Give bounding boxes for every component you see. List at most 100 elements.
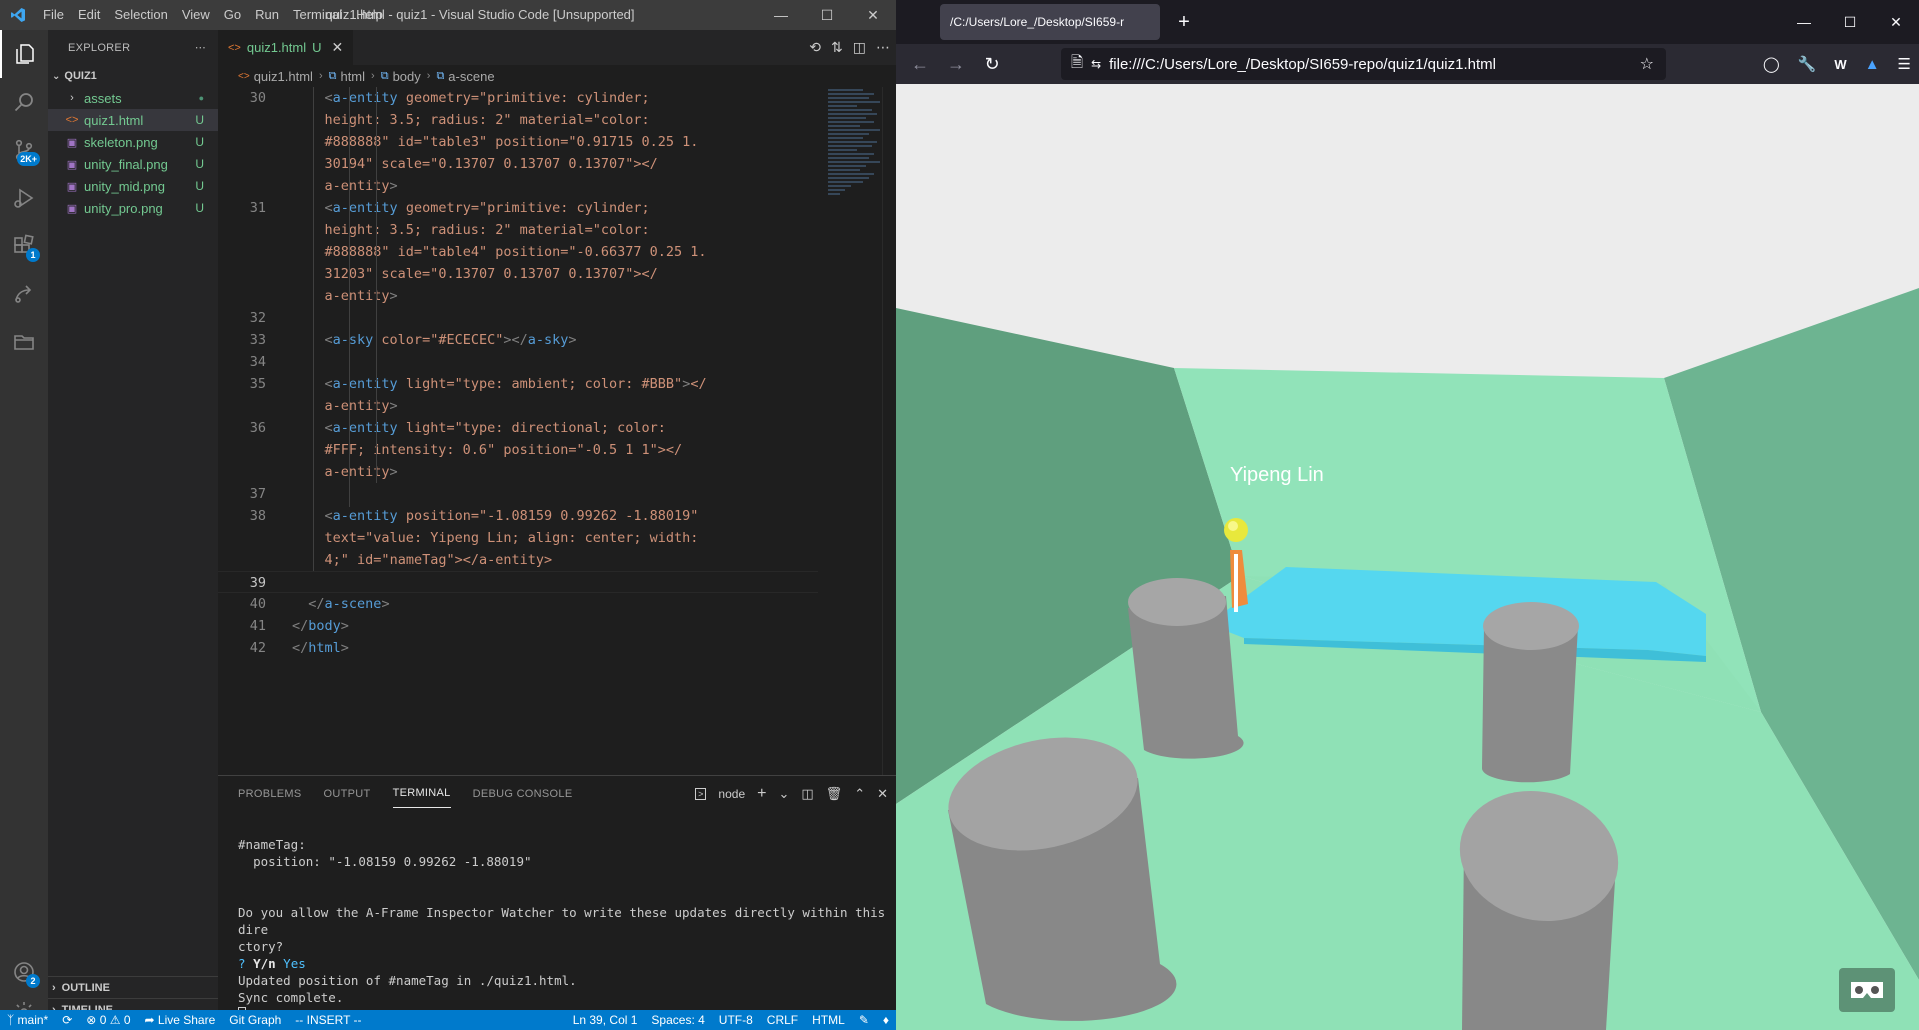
- compare-changes-icon[interactable]: ⇅: [831, 39, 843, 56]
- tab-debug-console[interactable]: DEBUG CONSOLE: [473, 788, 573, 800]
- code-line[interactable]: a-entity>: [218, 285, 818, 307]
- menu-edit[interactable]: Edit: [71, 0, 107, 30]
- close-panel-icon[interactable]: ✕: [877, 786, 888, 802]
- indentation[interactable]: Spaces: 4: [644, 1013, 711, 1027]
- menu-view[interactable]: View: [175, 0, 217, 30]
- breadcrumb-body[interactable]: body: [393, 69, 421, 84]
- tree-item-skeleton-png[interactable]: ▣ skeleton.png U: [48, 131, 218, 153]
- code-line[interactable]: 37: [218, 483, 818, 505]
- reload-icon[interactable]: ↻: [974, 54, 1010, 75]
- tab-terminal[interactable]: TERMINAL: [392, 779, 451, 808]
- encoding[interactable]: UTF-8: [712, 1013, 760, 1027]
- folder-icon[interactable]: [0, 318, 48, 366]
- outline-section[interactable]: › OUTLINE: [48, 976, 218, 998]
- pocket-icon[interactable]: ◯: [1763, 55, 1780, 73]
- new-tab-button[interactable]: +: [1170, 11, 1198, 34]
- explorer-icon[interactable]: [0, 30, 48, 78]
- permissions-icon[interactable]: ⇆: [1091, 57, 1101, 71]
- hamburger-menu-icon[interactable]: ☰: [1898, 55, 1911, 73]
- code-line[interactable]: a-entity>: [218, 395, 818, 417]
- search-icon[interactable]: [0, 78, 48, 126]
- close-button[interactable]: ✕: [850, 0, 896, 30]
- code-line[interactable]: 34: [218, 351, 818, 373]
- tab-output[interactable]: OUTPUT: [324, 788, 371, 800]
- tree-item-quiz1-html[interactable]: <> quiz1.html U: [48, 109, 218, 131]
- code-line[interactable]: text="value: Yipeng Lin; align: center; …: [218, 527, 818, 549]
- code-line[interactable]: a-entity>: [218, 175, 818, 197]
- notifications-bell-icon[interactable]: ♦: [876, 1013, 896, 1027]
- source-control-icon[interactable]: 2K+: [0, 126, 48, 174]
- terminal-output[interactable]: #nameTag: position: "-1.08159 0.99262 -1…: [238, 836, 888, 1022]
- tree-item-assets[interactable]: › assets ●: [48, 87, 218, 109]
- code-line[interactable]: 42 </html>: [218, 637, 818, 659]
- minimap[interactable]: [828, 87, 886, 267]
- new-terminal-icon[interactable]: +: [757, 785, 766, 803]
- tab-problems[interactable]: PROBLEMS: [238, 788, 302, 800]
- extension-w-icon[interactable]: W: [1834, 57, 1846, 72]
- code-line[interactable]: #888888" id="table4" position="-0.66377 …: [218, 241, 818, 263]
- close-button[interactable]: ✕: [1873, 0, 1919, 44]
- code-line[interactable]: 41 </body>: [218, 615, 818, 637]
- tab-quiz1-html[interactable]: <> quiz1.html U ✕: [218, 30, 354, 65]
- tree-item-unity-final-png[interactable]: ▣ unity_final.png U: [48, 153, 218, 175]
- feedback-icon[interactable]: ✎: [852, 1013, 876, 1027]
- browser-tab[interactable]: /C:/Users/Lore_/Desktop/SI659-r: [940, 4, 1160, 40]
- back-arrow-icon[interactable]: ←: [902, 54, 938, 75]
- chevron-up-icon[interactable]: ⌃: [854, 786, 865, 802]
- code-line[interactable]: 32: [218, 307, 818, 329]
- trash-icon[interactable]: 🗑: [826, 786, 843, 802]
- maximize-button[interactable]: ☐: [1827, 0, 1873, 44]
- code-line[interactable]: 4;" id="nameTag"></a-entity>: [218, 549, 818, 571]
- code-line[interactable]: height: 3.5; radius: 2" material="color:: [218, 219, 818, 241]
- menu-go[interactable]: Go: [217, 0, 248, 30]
- menu-file[interactable]: File: [36, 0, 71, 30]
- code-line[interactable]: a-entity>: [218, 461, 818, 483]
- scene-canvas[interactable]: [896, 84, 1919, 1030]
- end-of-line[interactable]: CRLF: [760, 1013, 805, 1027]
- extensions-icon[interactable]: 1: [0, 222, 48, 270]
- chevron-down-icon[interactable]: ⌄: [778, 786, 789, 802]
- code-line[interactable]: 30 <a-entity geometry="primitive: cylind…: [218, 87, 818, 109]
- split-terminal-icon[interactable]: ◫: [801, 786, 813, 802]
- sync-icon[interactable]: ⟳: [55, 1013, 79, 1027]
- menu-selection[interactable]: Selection: [107, 0, 174, 30]
- code-line[interactable]: #888888" id="table3" position="0.91715 0…: [218, 131, 818, 153]
- code-line[interactable]: 38 <a-entity position="-1.08159 0.99262 …: [218, 505, 818, 527]
- code-line[interactable]: 31 <a-entity geometry="primitive: cylind…: [218, 197, 818, 219]
- live-share-icon[interactable]: [0, 270, 48, 318]
- code-line[interactable]: height: 3.5; radius: 2" material="color:: [218, 109, 818, 131]
- forward-arrow-icon[interactable]: →: [938, 54, 974, 75]
- minimize-button[interactable]: —: [758, 0, 804, 30]
- live-share-status[interactable]: ➦ Live Share: [138, 1013, 223, 1027]
- extension-triangle-icon[interactable]: ▲: [1865, 56, 1880, 73]
- breadcrumb-a-scene[interactable]: a-scene: [448, 69, 494, 84]
- terminal-shell-label[interactable]: node: [718, 787, 745, 801]
- cursor-position[interactable]: Ln 39, Col 1: [566, 1013, 645, 1027]
- code-line[interactable]: 30194" scale="0.13707 0.13707 0.13707"><…: [218, 153, 818, 175]
- run-debug-icon[interactable]: [0, 174, 48, 222]
- workspace-folder[interactable]: ⌄ QUIZ1: [48, 65, 218, 87]
- code-line[interactable]: 39: [218, 571, 818, 593]
- wrench-icon[interactable]: 🔧: [1798, 55, 1817, 73]
- breadcrumb-html[interactable]: html: [340, 69, 365, 84]
- timeline-history-icon[interactable]: ⟲: [809, 39, 821, 56]
- more-actions-icon[interactable]: ⋯: [876, 39, 890, 56]
- maximize-button[interactable]: ☐: [804, 0, 850, 30]
- vr-mode-button[interactable]: [1839, 968, 1895, 1012]
- tree-item-unity-mid-png[interactable]: ▣ unity_mid.png U: [48, 175, 218, 197]
- code-line[interactable]: #FFF; intensity: 0.6" position="-0.5 1 1…: [218, 439, 818, 461]
- problems-status[interactable]: ⊗ 0 ⚠ 0: [79, 1013, 137, 1027]
- address-bar[interactable]: 🗎 ⇆ file:///C:/Users/Lore_/Desktop/SI659…: [1061, 48, 1666, 80]
- code-line[interactable]: 31203" scale="0.13707 0.13707 0.13707"><…: [218, 263, 818, 285]
- language-mode[interactable]: HTML: [805, 1013, 852, 1027]
- more-actions-icon[interactable]: ⋯: [195, 41, 206, 54]
- editor-scrollbar[interactable]: [882, 87, 896, 775]
- menu-run[interactable]: Run: [248, 0, 286, 30]
- code-editor[interactable]: 30 <a-entity geometry="primitive: cylind…: [218, 87, 818, 775]
- code-line[interactable]: 36 <a-entity light="type: directional; c…: [218, 417, 818, 439]
- close-tab-icon[interactable]: ✕: [332, 39, 344, 56]
- code-line[interactable]: 40 </a-scene>: [218, 593, 818, 615]
- bookmark-star-icon[interactable]: ☆: [1640, 54, 1654, 74]
- breadcrumb-file[interactable]: quiz1.html: [254, 69, 313, 84]
- aframe-scene-viewport[interactable]: Yipeng Lin: [896, 84, 1919, 1030]
